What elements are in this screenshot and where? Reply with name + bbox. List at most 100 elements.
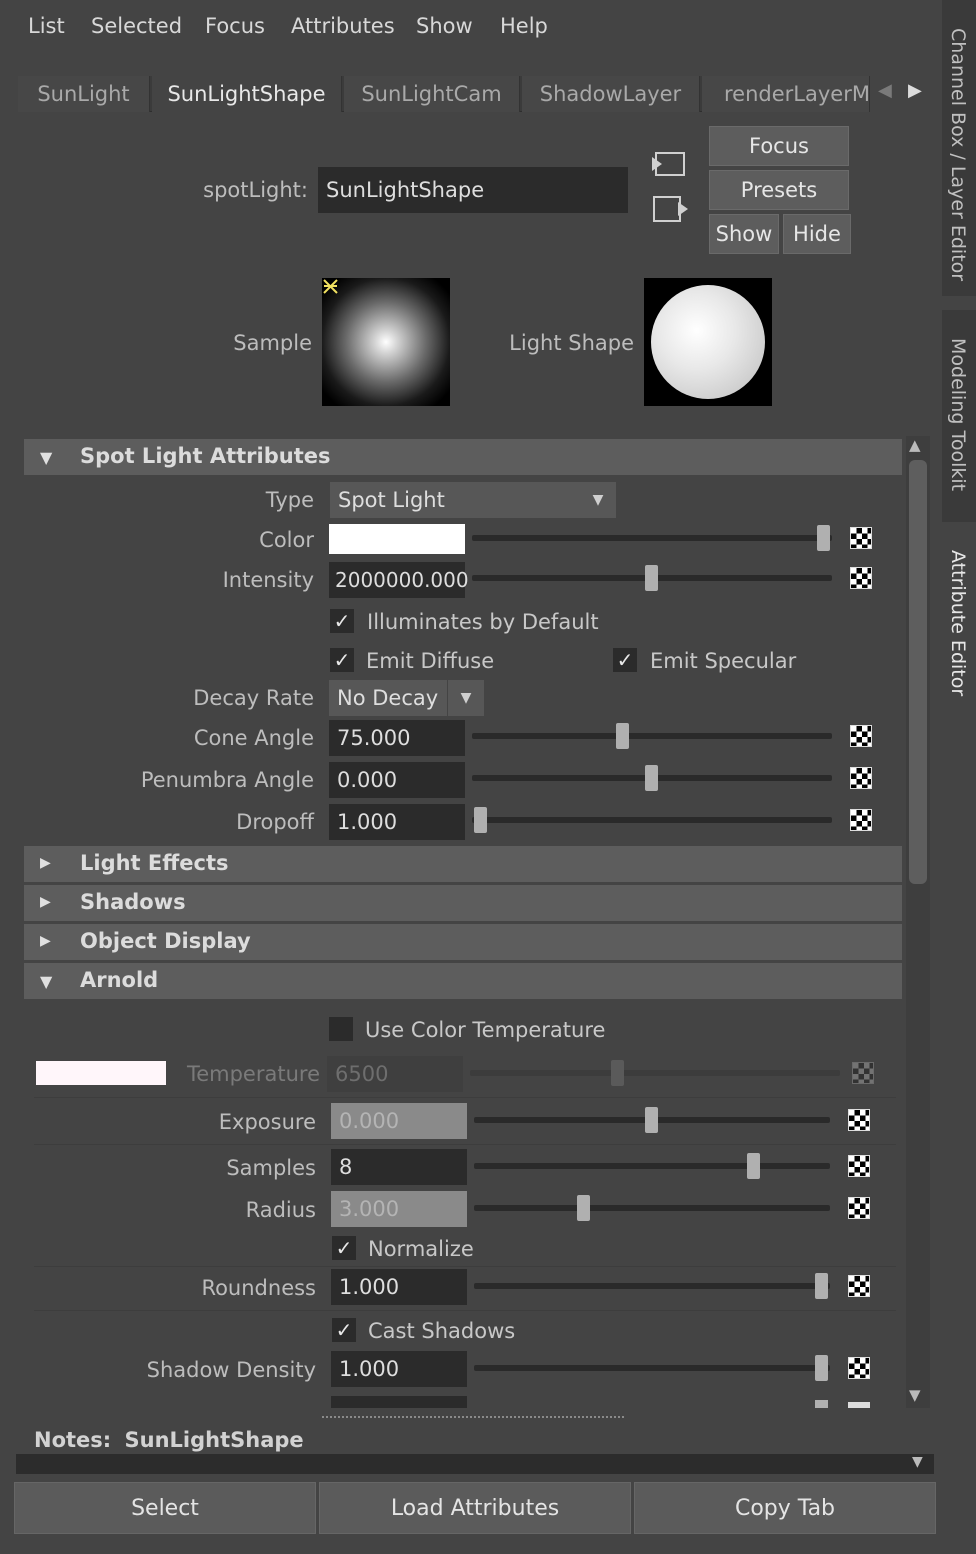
exposure-field[interactable]: 0.000 bbox=[331, 1103, 467, 1139]
scroll-thumb[interactable] bbox=[909, 460, 927, 884]
light-sparkle-icon bbox=[323, 279, 338, 294]
shadow-density-map-button-icon[interactable] bbox=[848, 1357, 870, 1379]
presets-button[interactable]: Presets bbox=[709, 170, 849, 210]
focus-button[interactable]: Focus bbox=[709, 126, 849, 166]
emit-specular-label: Emit Specular bbox=[650, 649, 797, 673]
copy-tab-button[interactable]: Copy Tab bbox=[634, 1482, 936, 1534]
color-swatch[interactable] bbox=[329, 524, 465, 554]
section-title: Object Display bbox=[80, 929, 251, 953]
color-slider-handle[interactable] bbox=[817, 525, 830, 551]
vertical-scrollbar[interactable]: ▲ ▼ bbox=[906, 436, 930, 1408]
tab-shadowlayer[interactable]: ShadowLayer bbox=[522, 76, 700, 112]
temperature-label: Temperature bbox=[186, 1062, 320, 1086]
shadow-color-field-partial bbox=[331, 1396, 467, 1408]
notes-text-area[interactable]: ▼ bbox=[16, 1454, 934, 1474]
side-tab-attribute-editor[interactable]: Attribute Editor bbox=[942, 526, 976, 716]
radius-slider-handle[interactable] bbox=[577, 1195, 590, 1221]
section-arnold[interactable]: ▼ Arnold bbox=[24, 963, 902, 999]
side-tab-modeling-toolkit-label: Modeling Toolkit bbox=[947, 338, 969, 492]
load-attributes-button[interactable]: Load Attributes bbox=[319, 1482, 631, 1534]
intensity-map-button-icon[interactable] bbox=[850, 567, 872, 589]
menu-attributes[interactable]: Attributes bbox=[291, 14, 395, 38]
roundness-map-button-icon[interactable] bbox=[848, 1275, 870, 1297]
samples-map-button-icon[interactable] bbox=[848, 1155, 870, 1177]
roundness-slider[interactable] bbox=[474, 1283, 830, 1289]
exposure-slider-handle[interactable] bbox=[645, 1107, 658, 1133]
radius-slider[interactable] bbox=[474, 1205, 830, 1211]
menu-help[interactable]: Help bbox=[500, 14, 548, 38]
shadow-density-slider-handle[interactable] bbox=[815, 1355, 828, 1381]
color-map-button-icon[interactable] bbox=[850, 527, 872, 549]
radius-field[interactable]: 3.000 bbox=[331, 1191, 467, 1227]
hide-button[interactable]: Hide bbox=[783, 214, 851, 254]
section-spot-light-attributes[interactable]: ▼ Spot Light Attributes bbox=[24, 439, 902, 475]
dropoff-slider-handle[interactable] bbox=[474, 807, 487, 833]
input-connections-icon[interactable] bbox=[650, 148, 690, 180]
section-object-display[interactable]: ▶ Object Display bbox=[24, 924, 902, 960]
decay-dropdown-arrow-icon[interactable]: ▼ bbox=[448, 680, 484, 716]
tab-sunlightshape[interactable]: SunLightShape bbox=[152, 76, 342, 112]
menu-focus[interactable]: Focus bbox=[205, 14, 265, 38]
side-tab-attribute-editor-label: Attribute Editor bbox=[947, 550, 969, 697]
emit-specular-checkbox[interactable]: ✓ bbox=[613, 648, 637, 672]
penumbra-map-button-icon[interactable] bbox=[850, 767, 872, 789]
samples-slider[interactable] bbox=[474, 1163, 830, 1169]
roundness-label: Roundness bbox=[201, 1276, 316, 1300]
samples-field[interactable]: 8 bbox=[331, 1149, 467, 1185]
roundness-field[interactable]: 1.000 bbox=[331, 1269, 467, 1305]
type-dropdown[interactable]: Spot Light bbox=[330, 482, 580, 518]
samples-slider-handle[interactable] bbox=[747, 1153, 760, 1179]
emit-diffuse-label: Emit Diffuse bbox=[366, 649, 495, 673]
pane-splitter[interactable] bbox=[322, 1416, 624, 1418]
node-name-field[interactable]: SunLightShape bbox=[318, 167, 628, 213]
notes-node-name: SunLightShape bbox=[124, 1428, 304, 1452]
output-connections-icon[interactable] bbox=[650, 192, 690, 226]
tab-renderlayer[interactable]: renderLayerMa bbox=[702, 76, 870, 112]
light-shape-sphere bbox=[651, 285, 765, 399]
scroll-up-icon[interactable]: ▲ bbox=[909, 436, 921, 454]
show-button[interactable]: Show bbox=[709, 214, 779, 254]
tab-scroll-left-icon[interactable]: ◀ bbox=[878, 80, 892, 101]
penumbra-angle-slider-handle[interactable] bbox=[645, 765, 658, 791]
roundness-slider-handle[interactable] bbox=[815, 1273, 828, 1299]
shadow-density-field[interactable]: 1.000 bbox=[331, 1351, 467, 1387]
tab-sunlight[interactable]: SunLight bbox=[18, 76, 150, 112]
cone-angle-field[interactable]: 75.000 bbox=[329, 720, 465, 756]
dropoff-map-button-icon[interactable] bbox=[850, 809, 872, 831]
radius-map-button-icon[interactable] bbox=[848, 1197, 870, 1219]
tab-sunlightcam[interactable]: SunLightCam bbox=[344, 76, 520, 112]
section-light-effects[interactable]: ▶ Light Effects bbox=[24, 846, 902, 882]
section-title: Shadows bbox=[80, 890, 186, 914]
side-tab-modeling-toolkit[interactable]: Modeling Toolkit bbox=[942, 310, 976, 522]
menu-list[interactable]: List bbox=[28, 14, 65, 38]
node-type-label: spotLight: bbox=[203, 178, 308, 202]
color-slider[interactable] bbox=[472, 535, 832, 541]
menu-show[interactable]: Show bbox=[416, 14, 473, 38]
cone-angle-slider[interactable] bbox=[472, 733, 832, 739]
dropoff-slider[interactable] bbox=[472, 817, 832, 823]
cone-angle-map-button-icon[interactable] bbox=[850, 725, 872, 747]
side-tab-channel-box[interactable]: Channel Box / Layer Editor bbox=[942, 0, 976, 296]
normalize-checkbox[interactable]: ✓ bbox=[332, 1236, 356, 1260]
intensity-field[interactable]: 2000000.000 bbox=[329, 562, 469, 598]
cast-shadows-checkbox[interactable]: ✓ bbox=[332, 1318, 356, 1342]
notes-scroll-down-icon[interactable]: ▼ bbox=[912, 1454, 923, 1470]
type-dropdown-arrow-icon[interactable]: ▼ bbox=[580, 482, 616, 518]
scroll-down-icon[interactable]: ▼ bbox=[909, 1386, 921, 1404]
shadow-density-slider[interactable] bbox=[474, 1365, 830, 1371]
temperature-field: 6500 bbox=[327, 1056, 463, 1092]
menu-selected[interactable]: Selected bbox=[91, 14, 182, 38]
exposure-map-button-icon[interactable] bbox=[848, 1109, 870, 1131]
section-shadows[interactable]: ▶ Shadows bbox=[24, 885, 902, 921]
cone-angle-slider-handle[interactable] bbox=[616, 723, 629, 749]
illuminates-default-checkbox[interactable]: ✓ bbox=[330, 609, 354, 633]
expanded-icon: ▼ bbox=[40, 448, 53, 467]
intensity-slider-handle[interactable] bbox=[645, 565, 658, 591]
select-button[interactable]: Select bbox=[14, 1482, 316, 1534]
use-color-temperature-checkbox[interactable] bbox=[329, 1017, 353, 1041]
penumbra-angle-field[interactable]: 0.000 bbox=[329, 762, 465, 798]
decay-rate-dropdown[interactable]: No Decay bbox=[329, 680, 447, 716]
dropoff-field[interactable]: 1.000 bbox=[329, 804, 465, 840]
tab-scroll-right-icon[interactable]: ▶ bbox=[908, 80, 922, 101]
emit-diffuse-checkbox[interactable]: ✓ bbox=[330, 648, 354, 672]
